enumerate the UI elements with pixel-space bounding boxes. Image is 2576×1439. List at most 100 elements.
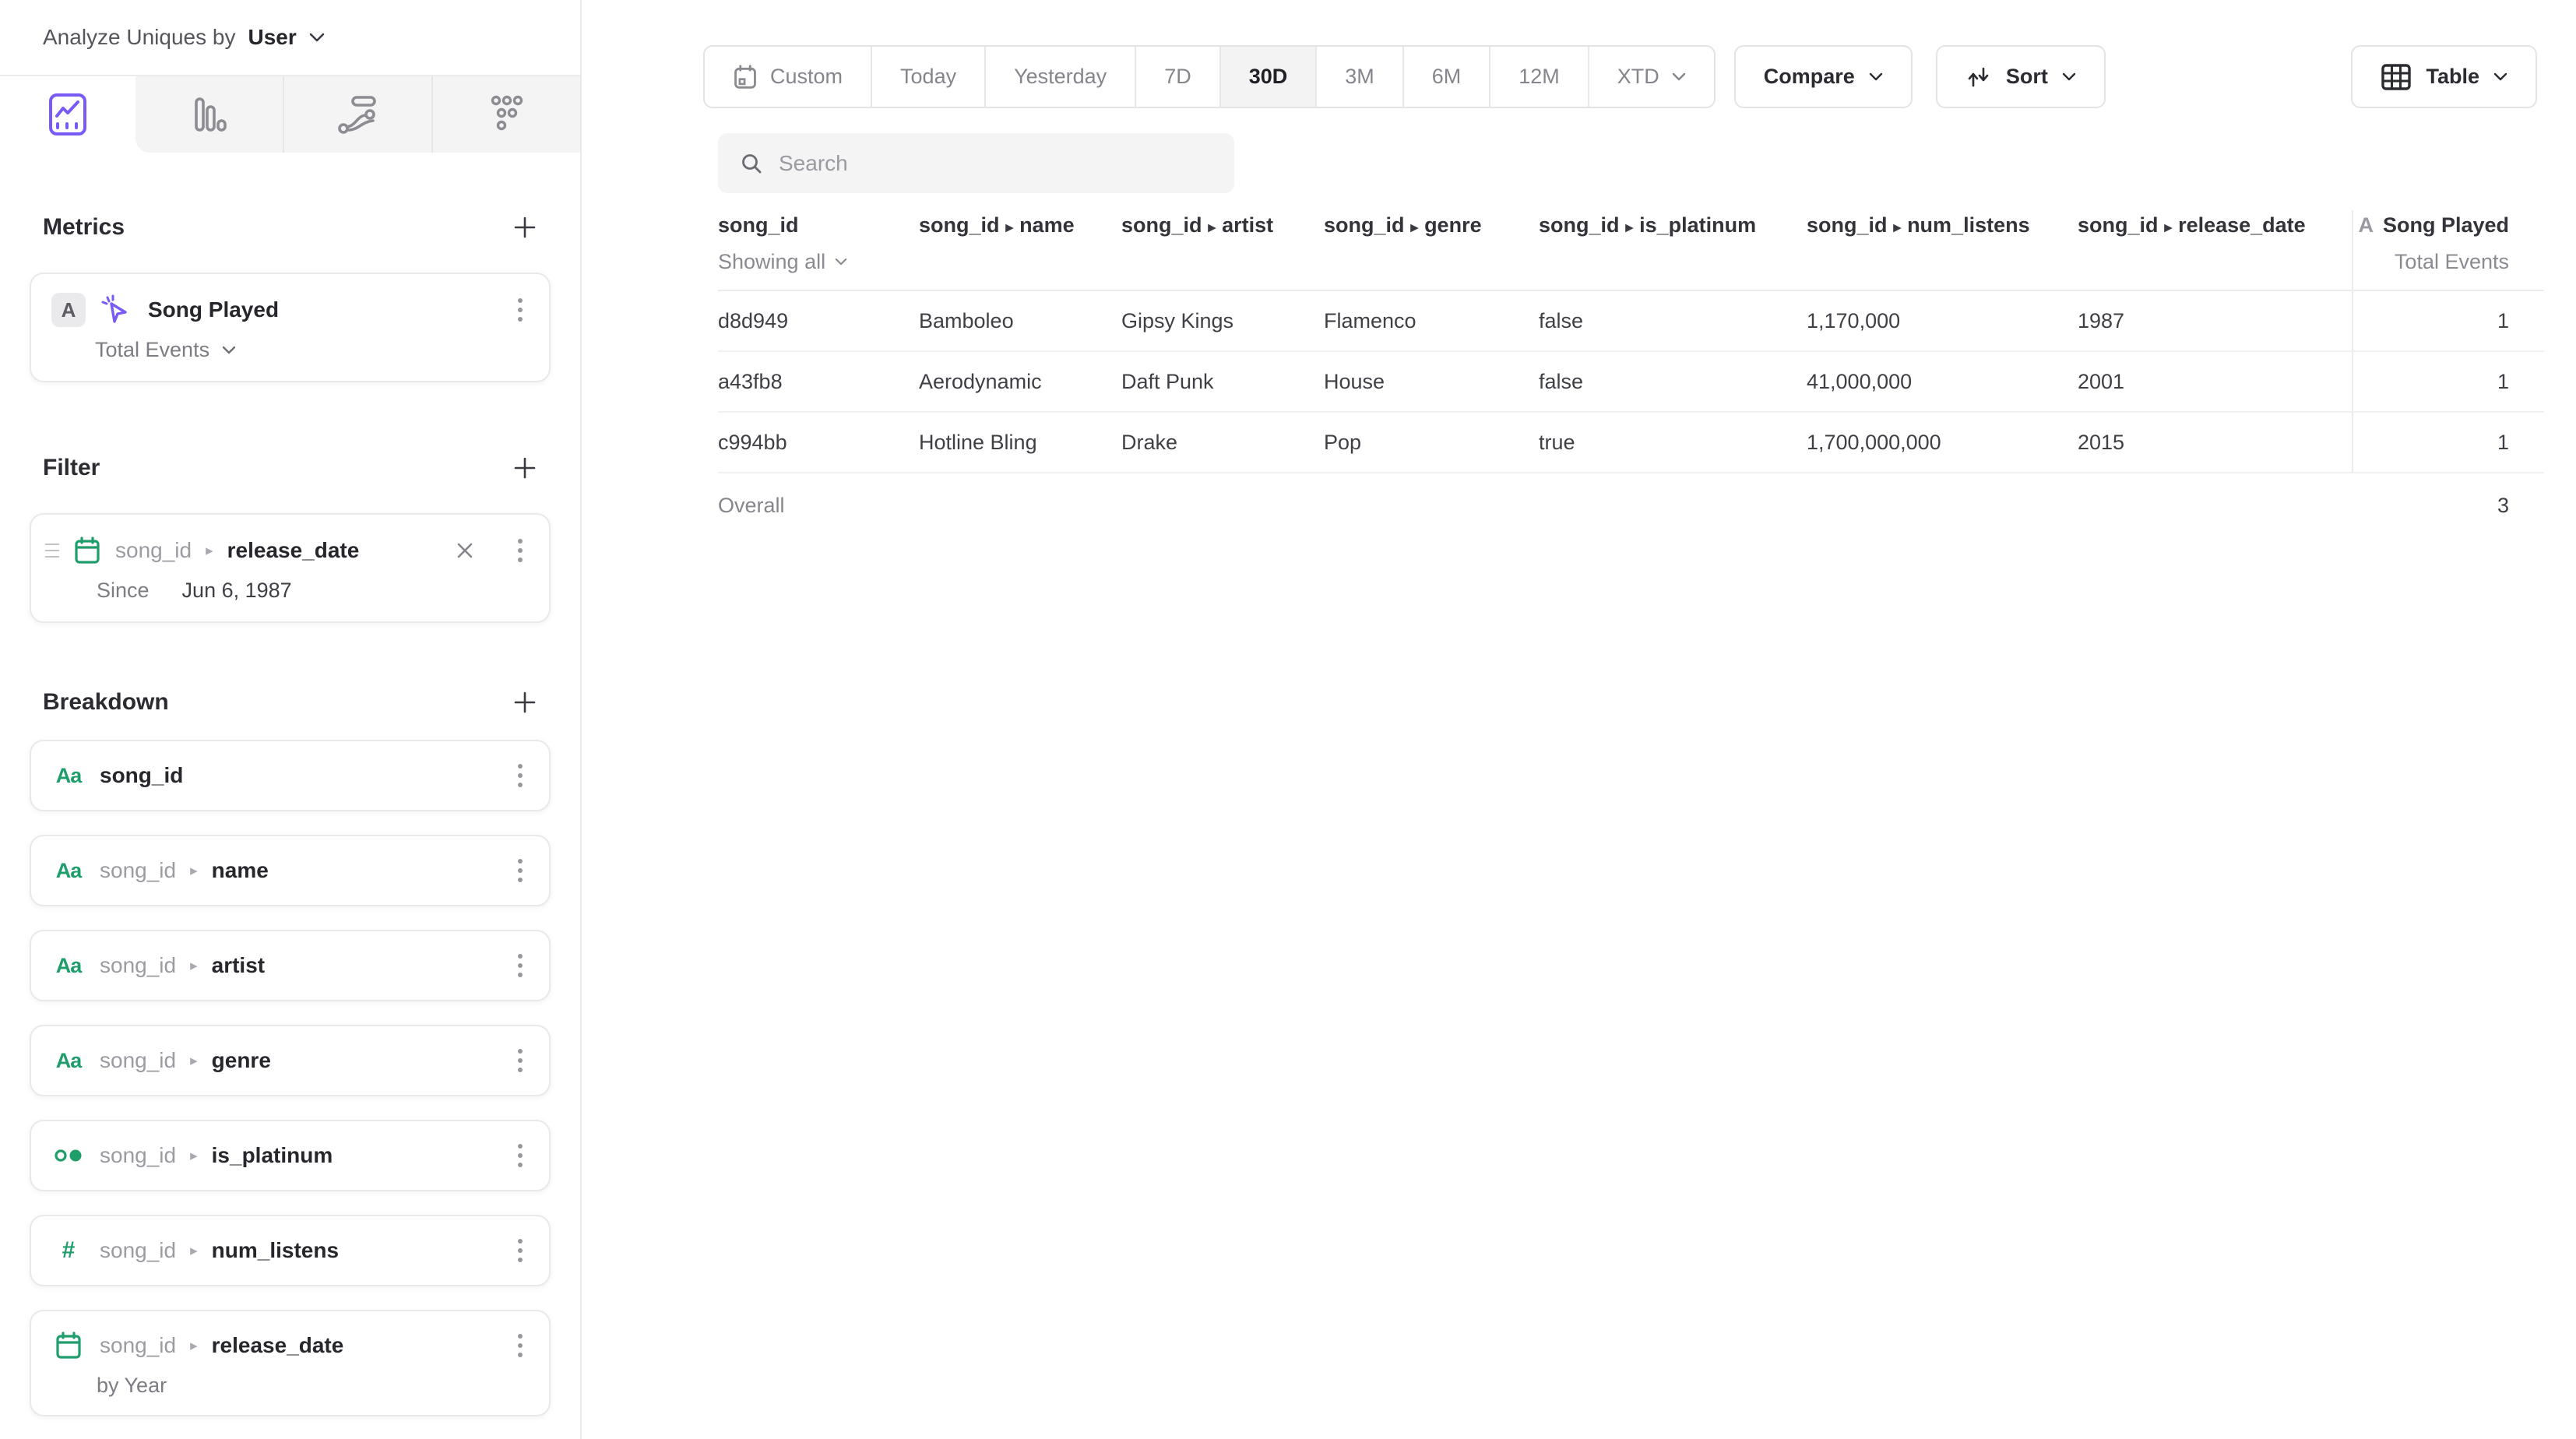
table-row: c994bb Hotline Bling Drake Pop true 1,70… xyxy=(718,413,2544,473)
sort-label: Sort xyxy=(2006,65,2048,89)
range-6m[interactable]: 6M xyxy=(1402,47,1490,107)
analyze-entity-selector[interactable]: User xyxy=(248,25,296,50)
column-header-release-date[interactable]: song_id▸release_date xyxy=(2078,213,2352,237)
breakdown-kebab-menu[interactable] xyxy=(512,856,529,885)
range-12m[interactable]: 12M xyxy=(1489,47,1588,107)
breakdown-bucket-modifier[interactable]: by Year xyxy=(97,1374,167,1398)
tab-line-chart[interactable] xyxy=(0,76,135,153)
add-filter-button[interactable] xyxy=(512,456,537,480)
overall-label: Overall xyxy=(718,494,919,518)
tab-flows[interactable] xyxy=(283,76,431,153)
breakdown-kebab-menu[interactable] xyxy=(512,951,529,980)
tab-bar-chart[interactable] xyxy=(135,76,283,153)
add-metric-button[interactable] xyxy=(512,215,537,240)
range-label: 30D xyxy=(1249,65,1288,89)
metric-card[interactable]: A Song Played Total Events xyxy=(30,273,551,382)
breakdown-property-name: artist xyxy=(212,953,265,978)
chevron-down-icon xyxy=(2493,72,2507,82)
range-label: 12M xyxy=(1519,65,1560,89)
metric-letter-badge: A xyxy=(51,293,86,327)
column-header-artist[interactable]: song_id▸artist xyxy=(1121,213,1324,237)
cell-song-id: d8d949 xyxy=(718,309,919,333)
property-arrow-icon: ▸ xyxy=(2159,220,2179,236)
filter-title: Filter xyxy=(43,454,100,482)
cell-release-date: 1987 xyxy=(2078,309,2352,333)
query-builder-sidebar: Analyze Uniques by User xyxy=(0,0,582,1439)
cell-song-id: c994bb xyxy=(718,431,919,455)
column-header-genre[interactable]: song_id▸genre xyxy=(1324,213,1539,237)
view-tab-strip xyxy=(0,75,580,153)
filter-card[interactable]: song_id ▸ release_date Since Jun 6, 1987 xyxy=(30,513,551,623)
cell-num-listens: 41,000,000 xyxy=(1807,370,2078,394)
cell-is-platinum: true xyxy=(1539,431,1807,455)
breakdown-card-is-platinum[interactable]: song_id ▸ is_platinum xyxy=(30,1120,551,1191)
cell-metric-value: 1 xyxy=(2352,431,2544,455)
breakdown-card-artist[interactable]: Aa song_id ▸ artist xyxy=(30,930,551,1001)
search-box[interactable] xyxy=(718,133,1234,193)
metric-letter: A xyxy=(2358,213,2374,237)
metric-subheader: Total Events xyxy=(2352,250,2544,274)
metric-kebab-menu[interactable] xyxy=(512,295,529,325)
sort-button[interactable]: Sort xyxy=(1936,45,2106,108)
range-3m[interactable]: 3M xyxy=(1315,47,1402,107)
range-xtd[interactable]: XTD xyxy=(1588,47,1714,107)
table-header: song_id song_id▸name song_id▸artist song… xyxy=(718,207,2544,291)
filter-value[interactable]: Jun 6, 1987 xyxy=(182,579,292,603)
property-arrow-icon: ▸ xyxy=(1405,220,1425,236)
chevron-down-icon xyxy=(835,258,847,266)
search-icon xyxy=(740,152,763,175)
remove-filter-icon[interactable] xyxy=(452,538,477,563)
breakdown-card-name[interactable]: Aa song_id ▸ name xyxy=(30,835,551,906)
compare-button[interactable]: Compare xyxy=(1734,45,1913,108)
event-click-icon xyxy=(100,293,134,327)
breakdown-card-song-id[interactable]: Aa song_id xyxy=(30,740,551,811)
property-arrow-icon: ▸ xyxy=(1000,220,1020,236)
range-today[interactable]: Today xyxy=(871,47,984,107)
breakdown-kebab-menu[interactable] xyxy=(512,1046,529,1075)
breakdown-card-genre[interactable]: Aa song_id ▸ genre xyxy=(30,1025,551,1096)
breakdown-kebab-menu[interactable] xyxy=(512,1141,529,1170)
column-header-is-platinum[interactable]: song_id▸is_platinum xyxy=(1539,213,1807,237)
metric-aggregation[interactable]: Total Events xyxy=(95,338,209,362)
column-header-name[interactable]: song_id▸name xyxy=(919,213,1121,237)
property-arrow-icon: ▸ xyxy=(190,1242,198,1260)
property-arrow-icon: ▸ xyxy=(190,862,198,880)
range-yesterday[interactable]: Yesterday xyxy=(984,47,1135,107)
cell-artist: Gipsy Kings xyxy=(1121,309,1324,333)
filter-operator[interactable]: Since xyxy=(97,579,150,603)
add-breakdown-button[interactable] xyxy=(512,690,537,715)
text-property-icon: Aa xyxy=(51,1049,86,1073)
breakdown-property-parent: song_id xyxy=(100,1333,176,1358)
breakdown-card-num-listens[interactable]: # song_id ▸ num_listens xyxy=(30,1215,551,1286)
cell-is-platinum: false xyxy=(1539,309,1807,333)
analyze-label: Analyze Uniques by xyxy=(43,25,235,50)
cell-song-id: a43fb8 xyxy=(718,370,919,394)
metrics-section: Metrics A Song Played xyxy=(0,213,580,382)
column-header-num-listens[interactable]: song_id▸num_listens xyxy=(1807,213,2078,237)
visualization-selector-button[interactable]: Table xyxy=(2351,45,2537,108)
tab-funnel[interactable] xyxy=(431,76,580,153)
showing-all-dropdown[interactable]: Showing all xyxy=(718,250,919,274)
column-header-song-id[interactable]: song_id xyxy=(718,213,919,237)
filter-property-parent: song_id xyxy=(115,538,192,563)
cell-is-platinum: false xyxy=(1539,370,1807,394)
range-custom[interactable]: Custom xyxy=(705,47,871,107)
breakdown-property-name: song_id xyxy=(100,763,183,788)
table-row: d8d949 Bamboleo Gipsy Kings Flamenco fal… xyxy=(718,291,2544,352)
metric-column-divider xyxy=(2352,210,2353,473)
filter-kebab-menu[interactable] xyxy=(512,536,529,565)
results-table: song_id song_id▸name song_id▸artist song… xyxy=(718,207,2544,537)
breakdown-kebab-menu[interactable] xyxy=(512,1331,529,1360)
range-7d[interactable]: 7D xyxy=(1135,47,1219,107)
drag-handle-icon[interactable] xyxy=(45,544,59,558)
compare-label: Compare xyxy=(1764,65,1855,89)
breakdown-kebab-menu[interactable] xyxy=(512,761,529,790)
breakdown-kebab-menu[interactable] xyxy=(512,1236,529,1265)
breakdown-card-release-date[interactable]: song_id ▸ release_date by Year xyxy=(30,1310,551,1416)
chevron-down-icon xyxy=(309,33,325,43)
cell-name: Bamboleo xyxy=(919,309,1121,333)
column-header-metric[interactable]: ASong Played xyxy=(2352,213,2544,237)
chevron-down-icon xyxy=(1869,72,1883,82)
range-30d[interactable]: 30D xyxy=(1219,47,1316,107)
search-input[interactable] xyxy=(779,151,1212,176)
